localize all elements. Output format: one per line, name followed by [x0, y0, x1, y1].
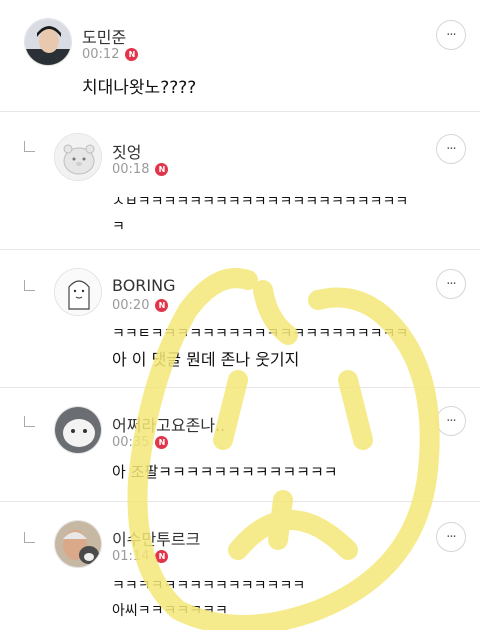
new-badge: N: [155, 550, 169, 563]
comment-meta: 00:20 N: [112, 298, 169, 313]
more-horizontal-icon: ···: [446, 529, 456, 545]
comment-body: 아 조팔ㅋㅋㅋㅋㅋㅋㅋㅋㅋㅋㅋㅋㅋ: [112, 460, 338, 485]
avatar[interactable]: [54, 406, 102, 454]
comment-time: 01:14: [112, 549, 150, 564]
more-horizontal-icon: ···: [446, 27, 456, 43]
comment-author[interactable]: 짓엉: [112, 139, 141, 163]
new-badge: N: [155, 163, 169, 176]
comment-body: ㅅㅂㅋㅋㅋㅋㅋㅋㅋㅋㅋㅋㅋㅋㅋㅋㅋㅋㅋㅋㅋㅋㅋ ㅋ: [112, 190, 408, 240]
new-badge: N: [125, 48, 139, 61]
comment-author[interactable]: 어쩌라고요존나..: [112, 412, 225, 436]
more-button[interactable]: ···: [436, 134, 466, 164]
comment-line: ㅋ: [112, 219, 125, 235]
avatar[interactable]: [54, 133, 102, 181]
more-button[interactable]: ···: [436, 20, 466, 50]
more-button[interactable]: ···: [436, 522, 466, 552]
comment-author[interactable]: BORING: [112, 276, 176, 295]
more-button[interactable]: ···: [436, 269, 466, 299]
comment-body: 치대나왓노????: [82, 76, 196, 101]
more-horizontal-icon: ···: [446, 413, 456, 429]
comment-meta: 01:14 N: [112, 549, 169, 564]
comment-body: ㅋㅋㅌㅋㅋㅋㅋㅋㅋㅋㅋㅋㅋㅋㅋㅋㅋㅋㅋㅋㅋㅋㅋ 아 이 댓글 뭔데 존나 웃기지: [112, 322, 408, 372]
comment-item: 도민준 00:12 N 치대나왓노???? ···: [0, 0, 480, 112]
reply-item: 어쩌라고요존나.. 00:35 N 아 조팔ㅋㅋㅋㅋㅋㅋㅋㅋㅋㅋㅋㅋㅋ ···: [0, 388, 480, 502]
comment-author[interactable]: 이수만투르크: [112, 526, 200, 550]
comment-meta: 00:35 N: [112, 435, 169, 450]
comment-time: 00:18: [112, 162, 150, 177]
reply-indicator-icon: [24, 416, 35, 427]
comment-meta: 00:12 N: [82, 47, 139, 62]
avatar[interactable]: [54, 520, 102, 568]
comment-meta: 00:18 N: [112, 162, 169, 177]
reply-indicator-icon: [24, 532, 35, 543]
comment-line: 아 조팔ㅋㅋㅋㅋㅋㅋㅋㅋㅋㅋㅋㅋㅋ: [112, 463, 338, 481]
more-horizontal-icon: ···: [446, 141, 456, 157]
comment-line: 아씨ㅋㅋㅋㅋㅋㅋㅋ: [112, 603, 228, 619]
avatar[interactable]: [54, 268, 102, 316]
comment-line: ㅋㅋㅋㅋㅋㅋㅋㅋㅋㅋㅋㅋㅋㅋㅋ: [112, 578, 306, 594]
comment-time: 00:35: [112, 435, 150, 450]
comment-line: 치대나왓노????: [82, 78, 197, 98]
comment-author[interactable]: 도민준: [82, 24, 126, 48]
comment-time: 00:20: [112, 298, 150, 313]
reply-indicator-icon: [24, 280, 35, 291]
more-button[interactable]: ···: [436, 406, 466, 436]
reply-item: BORING 00:20 N ㅋㅋㅌㅋㅋㅋㅋㅋㅋㅋㅋㅋㅋㅋㅋㅋㅋㅋㅋㅋㅋㅋㅋ 아…: [0, 250, 480, 388]
new-badge: N: [155, 436, 169, 449]
comment-time: 00:12: [82, 47, 120, 62]
comment-line: 아 이 댓글 뭔데 존나 웃기지: [112, 350, 300, 369]
reply-item: 이수만투르크 01:14 N ㅋㅋㅋㅋㅋㅋㅋㅋㅋㅋㅋㅋㅋㅋㅋ 아씨ㅋㅋㅋㅋㅋㅋㅋ…: [0, 502, 480, 640]
comment-body: ㅋㅋㅋㅋㅋㅋㅋㅋㅋㅋㅋㅋㅋㅋㅋ 아씨ㅋㅋㅋㅋㅋㅋㅋ: [112, 574, 305, 624]
new-badge: N: [155, 299, 169, 312]
more-horizontal-icon: ···: [446, 276, 456, 292]
reply-indicator-icon: [24, 141, 35, 152]
reply-item: 짓엉 00:18 N ㅅㅂㅋㅋㅋㅋㅋㅋㅋㅋㅋㅋㅋㅋㅋㅋㅋㅋㅋㅋㅋㅋㅋ ㅋ ···: [0, 112, 480, 250]
comment-line: ㅋㅋㅌㅋㅋㅋㅋㅋㅋㅋㅋㅋㅋㅋㅋㅋㅋㅋㅋㅋㅋㅋㅋ: [112, 326, 409, 342]
comment-line: ㅅㅂㅋㅋㅋㅋㅋㅋㅋㅋㅋㅋㅋㅋㅋㅋㅋㅋㅋㅋㅋㅋㅋ: [112, 194, 409, 210]
avatar[interactable]: [24, 18, 72, 66]
